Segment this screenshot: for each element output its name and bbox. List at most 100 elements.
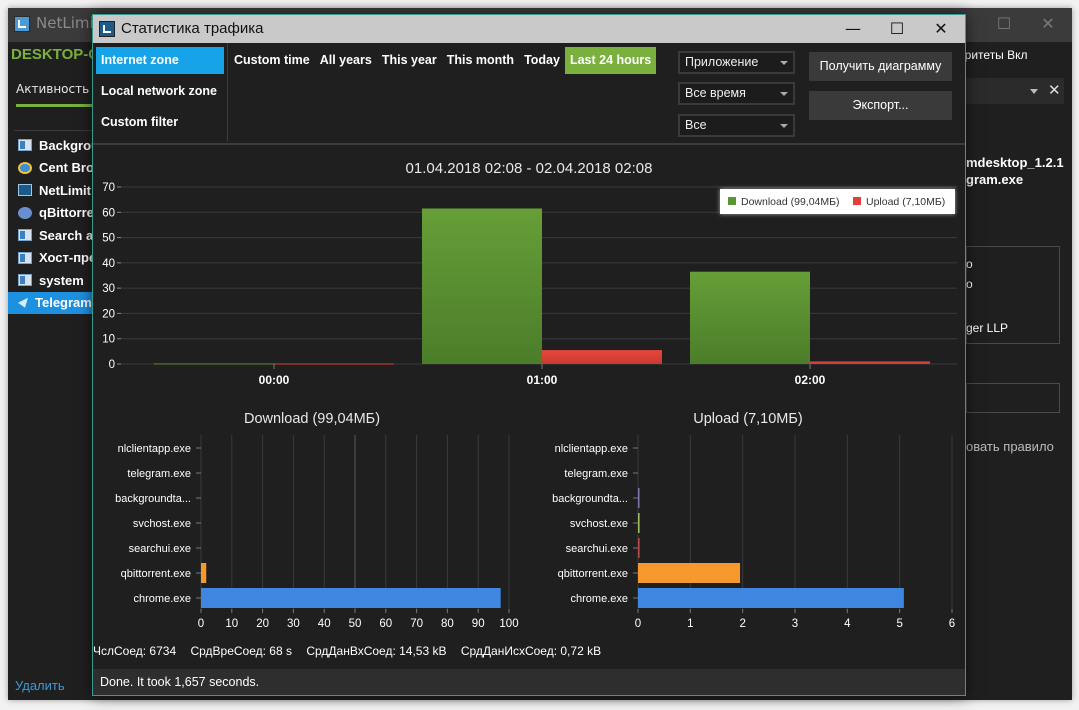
upload-bar: [542, 350, 662, 364]
windows-app-icon: [18, 251, 32, 264]
stats-row: ЧслСоед: 6734 СрдВреСоед: 68 s СрдДанВхС…: [93, 644, 612, 658]
x-tick-label: 01:00: [527, 373, 558, 387]
y-tick-label: 20: [102, 308, 115, 320]
legend-label-download: Download (99,04МБ): [741, 196, 840, 208]
main-maximize-button[interactable]: ☐: [982, 12, 1026, 36]
x-tick-label: 30: [287, 618, 300, 630]
process-item[interactable]: Search a: [8, 224, 98, 247]
charts-canvas: 01.04.2018 02:08 - 02.04.2018 02:0801020…: [102, 160, 957, 630]
tab-activity[interactable]: Активность: [16, 82, 96, 107]
delete-link[interactable]: Удалить: [15, 678, 65, 693]
process-name: qBittorre: [39, 205, 94, 221]
process-name: NetLimit: [39, 182, 91, 198]
process-item[interactable]: NetLimit: [8, 179, 98, 202]
main-close-button[interactable]: ✕: [1026, 12, 1070, 36]
chevron-down-icon: [1030, 89, 1038, 94]
category-label: svchost.exe: [570, 518, 628, 530]
process-list: Backgrou Cent Bro NetLimit qBittorre Sea…: [8, 134, 98, 314]
process-item[interactable]: Cent Bro: [8, 157, 98, 180]
process-item[interactable]: system: [8, 269, 98, 292]
category-label: nlclientapp.exe: [118, 443, 191, 455]
download-bar: [201, 588, 501, 608]
category-label: chrome.exe: [134, 593, 191, 605]
x-tick-label: 70: [410, 618, 423, 630]
traffic-stats-dialog: Статистика трафика — ☐ ✕ Internet zone L…: [92, 14, 966, 696]
x-tick-label: 3: [792, 618, 798, 630]
x-tick-label: 6: [949, 618, 955, 630]
category-label: searchui.exe: [129, 543, 191, 555]
netlimiter-icon: [18, 184, 32, 197]
stat-avg-time: СрдВреСоед: 68 s: [190, 644, 292, 658]
x-tick-label: 50: [349, 618, 362, 630]
process-item[interactable]: Backgrou: [8, 134, 98, 157]
download-bar: [201, 563, 207, 583]
netlimiter-logo-icon: [14, 16, 30, 32]
main-window-title: NetLimit: [36, 14, 100, 32]
x-tick-label: 00:00: [259, 373, 290, 387]
process-item[interactable]: Хост-пре: [8, 247, 98, 270]
upload-bar: [274, 363, 394, 365]
category-label: backgroundta...: [552, 493, 628, 505]
category-label: searchui.exe: [566, 543, 628, 555]
windows-app-icon: [18, 274, 32, 287]
y-tick-label: 60: [102, 207, 115, 219]
y-tick-label: 50: [102, 233, 115, 245]
category-label: telegram.exe: [564, 468, 628, 480]
category-label: chrome.exe: [571, 593, 628, 605]
clear-icon[interactable]: ✕: [1048, 81, 1061, 99]
x-tick-label: 40: [318, 618, 331, 630]
category-label: nlclientapp.exe: [555, 443, 628, 455]
rule-dropdown[interactable]: ✕: [952, 78, 1064, 104]
upload-bar: [638, 488, 640, 508]
legend-label-upload: Upload (7,10МБ): [866, 196, 945, 208]
download-bar: [154, 363, 274, 365]
x-tick-label: 20: [256, 618, 269, 630]
process-name: Cent Bro: [39, 160, 94, 176]
upload-bar: [638, 538, 640, 558]
host-name: DESKTOP-C: [11, 46, 100, 63]
y-tick-label: 70: [102, 182, 115, 194]
x-tick-label: 2: [739, 618, 745, 630]
stat-connections: ЧслСоед: 6734: [93, 644, 177, 658]
download-bar: [422, 208, 542, 364]
file-path-line1: mdesktop_1.2.1: [966, 155, 1064, 170]
info-line: ger LLP: [966, 321, 1009, 335]
download-bar: [690, 271, 810, 364]
process-item-selected[interactable]: Telegram: [8, 291, 98, 314]
x-tick-label: 0: [635, 618, 641, 630]
file-path-line2: gram.exe: [966, 172, 1024, 187]
x-tick-label: 80: [441, 618, 454, 630]
info-line: o: [966, 257, 973, 271]
cent-browser-icon: [18, 161, 32, 174]
upload-bar: [638, 563, 741, 583]
upload-bar: [810, 361, 930, 364]
process-name: Хост-пре: [39, 250, 97, 266]
x-tick-label: 5: [896, 618, 902, 630]
category-label: qbittorrent.exe: [558, 568, 628, 580]
windows-app-icon: [18, 139, 32, 152]
stat-avg-out: СрдДанИсхСоед: 0,72 kB: [460, 644, 602, 658]
x-tick-label: 0: [198, 618, 204, 630]
y-tick-label: 10: [102, 334, 115, 346]
upload-bar: [638, 588, 904, 608]
rule-link[interactable]: овать правило: [966, 439, 1054, 454]
status-bar: Done. It took 1,657 seconds.: [93, 669, 965, 695]
windows-app-icon: [18, 229, 32, 242]
chart-title: 01.04.2018 02:08 - 02.04.2018 02:08: [406, 160, 653, 177]
download-chart-title: Download (99,04МБ): [244, 411, 380, 427]
y-tick-label: 30: [102, 283, 115, 295]
category-label: telegram.exe: [127, 468, 191, 480]
input-box[interactable]: [966, 383, 1060, 413]
upload-bar: [638, 513, 640, 533]
x-tick-label: 4: [844, 618, 851, 630]
x-tick-label: 90: [472, 618, 485, 630]
qbittorrent-icon: [18, 206, 32, 219]
x-tick-label: 10: [225, 618, 238, 630]
upload-chart-title: Upload (7,10МБ): [693, 411, 802, 427]
telegram-icon: [18, 297, 28, 308]
legend-swatch-upload: [853, 197, 861, 205]
process-name: Telegram: [35, 295, 92, 311]
process-item[interactable]: qBittorre: [8, 202, 98, 225]
process-name: system: [39, 272, 84, 288]
category-label: qbittorrent.exe: [121, 568, 191, 580]
